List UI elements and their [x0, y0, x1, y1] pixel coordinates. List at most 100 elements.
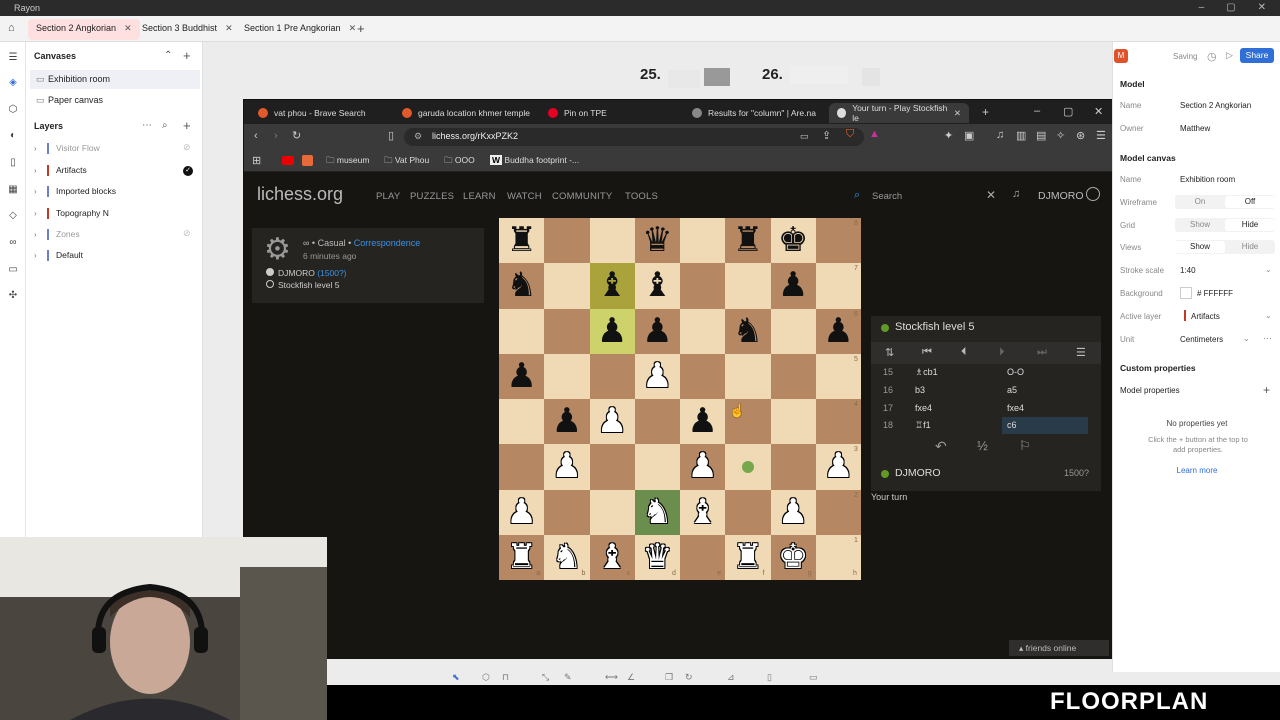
lichess-logo[interactable]: lichess.org [257, 184, 343, 205]
user-avatar[interactable]: M [1114, 49, 1128, 63]
black-pawn-piece[interactable]: ♟ [499, 354, 544, 399]
add-layer-icon[interactable]: + [183, 118, 191, 133]
expand-icon[interactable]: › [34, 187, 37, 196]
tab-section-1[interactable]: Section 1 Pre Angkorian ✕ [236, 19, 364, 40]
user-menu[interactable]: DJMORO [1038, 190, 1084, 202]
more-icon[interactable]: ⋯ [1263, 333, 1272, 344]
drawing-thumbnail[interactable] [790, 66, 848, 84]
board-square[interactable] [725, 489, 771, 535]
nav-play[interactable]: PLAY [376, 191, 400, 202]
white-pawn-piece[interactable]: ♟ [680, 444, 725, 489]
browser-tab-active[interactable]: Your turn - Play Stockfish le ✕ [829, 103, 969, 123]
close-tab-icon[interactable]: ✕ [124, 23, 132, 36]
cast-icon[interactable]: ▭ [800, 131, 809, 142]
white-pawn-piece[interactable]: ♟ [771, 490, 816, 535]
music-icon[interactable]: ♫ [996, 129, 1004, 141]
browser-tab[interactable]: garuda location khmer temple [394, 103, 538, 123]
comment-icon[interactable]: ▭ [7, 264, 19, 276]
more-icon[interactable]: ⋯ [142, 120, 152, 131]
play-icon[interactable]: ▷ [1226, 50, 1233, 61]
document-icon[interactable]: ▯ [7, 157, 19, 169]
share-icon[interactable]: ⇪ [822, 129, 831, 142]
layer-item[interactable]: › Zones ⊘ [30, 226, 200, 245]
name-value[interactable]: Section 2 Angkorian [1180, 101, 1251, 110]
tag-icon[interactable]: ◇ [7, 210, 19, 222]
black-pawn-piece[interactable]: ♟ [680, 399, 725, 444]
close-tab-icon[interactable]: ✕ [349, 23, 357, 36]
extensions-icon[interactable]: ✦ [944, 129, 953, 142]
white-pawn-piece[interactable]: ♟ [499, 490, 544, 535]
prev-move-icon[interactable]: ⏴ [961, 346, 967, 359]
black-pawn-piece[interactable]: ♟ [590, 309, 635, 354]
nav-watch[interactable]: WATCH [507, 191, 542, 202]
learn-more-link[interactable]: Learn more [1113, 466, 1280, 475]
close-icon[interactable]: ✕ [986, 188, 996, 202]
first-move-icon[interactable]: ⏮ [922, 346, 932, 359]
unit-select[interactable]: Centimeters [1180, 335, 1223, 344]
board-square[interactable] [634, 399, 680, 445]
bookmark-ooo[interactable]: 🗀 OOO [444, 155, 475, 169]
board-square[interactable] [770, 308, 816, 354]
rotate-icon[interactable]: ↻ [685, 672, 693, 683]
add-canvas-icon[interactable]: + [183, 48, 191, 63]
white-move[interactable]: ♖f1 [915, 420, 931, 431]
browser-tab[interactable]: vat phou - Brave Search [250, 103, 374, 123]
nav-tools[interactable]: TOOLS [625, 191, 658, 202]
layer-item[interactable]: › Artifacts ✓ [30, 162, 200, 181]
share-button[interactable]: Share [1240, 48, 1274, 63]
browser-tab[interactable]: Results for "column" | Are.na [684, 103, 824, 123]
board-square[interactable] [589, 218, 635, 264]
board-square[interactable] [589, 353, 635, 399]
background-value[interactable]: # FFFFFF [1197, 289, 1233, 298]
last-move-icon[interactable]: ⏭ [1037, 346, 1047, 359]
board-square[interactable] [770, 353, 816, 399]
views-toggle[interactable]: Show Hide [1175, 240, 1275, 254]
collapse-icon[interactable]: ⌃ [164, 50, 172, 61]
white-move[interactable]: b3 [915, 385, 925, 395]
black-knight-piece[interactable]: ♞ [725, 309, 770, 354]
bookmark-icon[interactable]: ▯ [388, 129, 394, 142]
nav-puzzles[interactable]: PUZZLES [410, 191, 454, 202]
next-move-icon[interactable]: ⏵ [999, 346, 1005, 359]
wireframe-on[interactable]: On [1175, 197, 1225, 206]
board-square[interactable] [544, 489, 590, 535]
maximize-icon[interactable]: ▢ [1063, 105, 1073, 118]
board-square[interactable] [770, 399, 816, 445]
board-square[interactable] [725, 353, 771, 399]
board-square[interactable] [499, 399, 545, 445]
canvas-name-value[interactable]: Exhibition room [1180, 175, 1235, 184]
rewards-icon[interactable]: ▲ [869, 128, 880, 140]
black-pawn-piece[interactable]: ♟ [544, 399, 589, 444]
expand-icon[interactable]: › [34, 166, 37, 175]
minimize-icon[interactable]: – [1199, 2, 1205, 13]
views-hide[interactable]: Hide [1225, 242, 1275, 251]
browser-tab[interactable]: Pin on TPE [540, 103, 615, 123]
white-move[interactable]: fxe4 [915, 403, 932, 413]
sparkle-icon[interactable]: ✧ [1056, 129, 1065, 142]
comment-icon[interactable]: ▭ [809, 672, 818, 683]
owner-value[interactable]: Matthew [1180, 124, 1210, 133]
black-move[interactable]: fxe4 [1007, 403, 1024, 413]
takeback-icon[interactable]: ↶ [935, 438, 947, 455]
legal-move-dot[interactable] [741, 460, 754, 473]
resign-flag-icon[interactable]: ⚐ [1019, 438, 1031, 454]
white-pawn-piece[interactable]: ♟ [590, 399, 635, 444]
board-square[interactable] [499, 308, 545, 354]
hidden-icon[interactable]: ⊘ [183, 142, 191, 153]
black-move[interactable]: a5 [1007, 385, 1017, 395]
copy-icon[interactable]: ❐ [665, 672, 673, 683]
board-square[interactable] [544, 218, 590, 264]
bell-icon[interactable]: ♫ [1012, 188, 1020, 200]
offer-draw-button[interactable]: ½ [977, 438, 988, 453]
white-pawn-piece[interactable]: ♟ [635, 354, 680, 399]
nav-learn[interactable]: LEARN [463, 191, 496, 202]
layer-item[interactable]: › Imported blocks [30, 183, 200, 202]
search-icon[interactable]: ⌕ [162, 120, 168, 131]
account-icon[interactable] [1086, 187, 1100, 201]
new-tab-icon[interactable]: + [982, 105, 989, 119]
canvas-item-paper-canvas[interactable]: ▭ Paper canvas [30, 91, 200, 110]
minimize-icon[interactable]: – [1034, 105, 1040, 117]
document-icon[interactable]: ▯ [767, 672, 772, 683]
black-player[interactable]: Stockfish level 5 [266, 280, 339, 290]
board-square[interactable] [770, 444, 816, 490]
